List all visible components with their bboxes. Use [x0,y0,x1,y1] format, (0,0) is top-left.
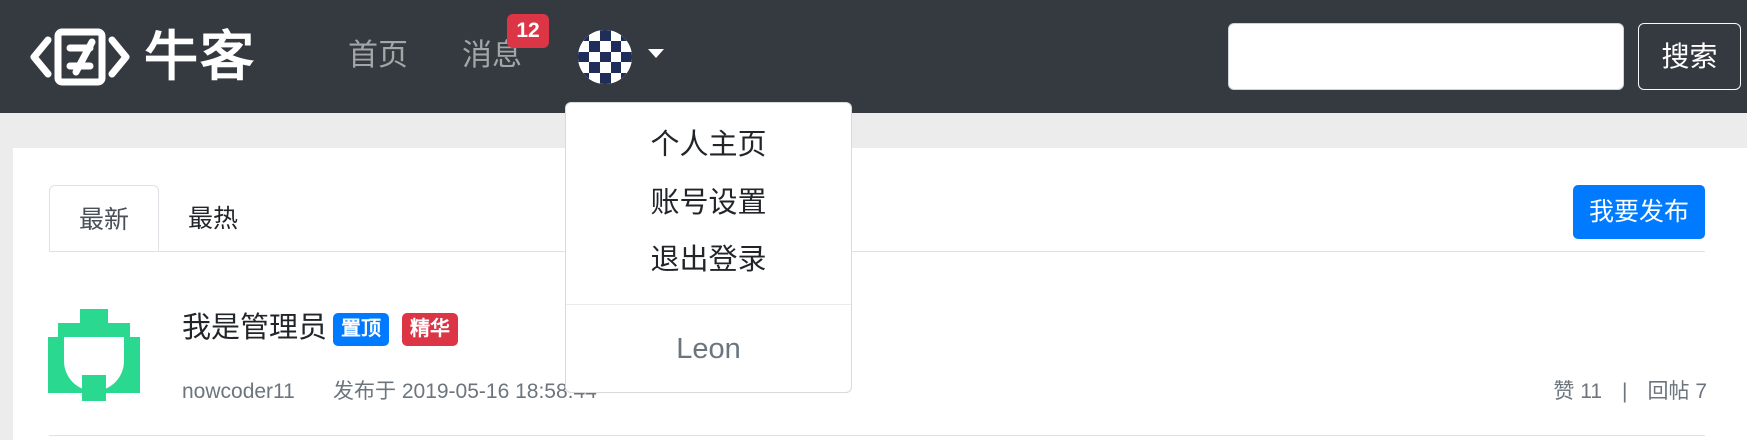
top-navbar: 牛客 首页 消息 12 搜索 [0,0,1747,113]
search-button[interactable]: 搜索 [1638,23,1741,90]
post-title[interactable]: 我是管理员 [182,308,327,348]
site-logo[interactable]: 牛客 [30,26,256,88]
search-input[interactable] [1228,23,1624,90]
user-avatar-icon [578,30,632,84]
menu-item-profile[interactable]: 个人主页 [566,125,851,165]
nowcoder-logo-icon [30,28,130,86]
menu-divider [566,304,851,305]
post-time: 发布于 2019-05-16 18:58:44 [333,380,597,403]
publish-button[interactable]: 我要发布 [1573,185,1705,239]
post-author-avatar[interactable] [48,309,140,401]
pinned-tag: 置顶 [333,313,389,346]
post-stats: 赞 11 | 回帖 7 [1553,378,1707,406]
menu-username: Leon [676,333,741,365]
caret-down-icon[interactable] [648,49,664,58]
user-dropdown-menu: 个人主页 账号设置 退出登录 Leon [565,102,852,393]
stats-separator: | [1622,380,1628,403]
user-avatar[interactable] [578,30,632,84]
post-replies: 回帖 7 [1647,380,1707,403]
featured-tag: 精华 [402,313,458,346]
post-author[interactable]: nowcoder11 [182,378,295,406]
menu-item-logout[interactable]: 退出登录 [566,240,851,280]
post-divider [49,435,1705,436]
tabs-divider [49,251,1705,252]
tab-hottest[interactable]: 最热 [188,201,238,237]
post-avatar-icon [48,309,140,401]
tab-latest[interactable]: 最新 [49,185,159,252]
nav-home-link[interactable]: 首页 [348,34,408,78]
logo-text: 牛客 [144,25,256,88]
menu-item-settings[interactable]: 账号设置 [566,183,851,223]
message-count-badge: 12 [507,14,549,48]
post-likes: 赞 11 [1553,380,1603,403]
